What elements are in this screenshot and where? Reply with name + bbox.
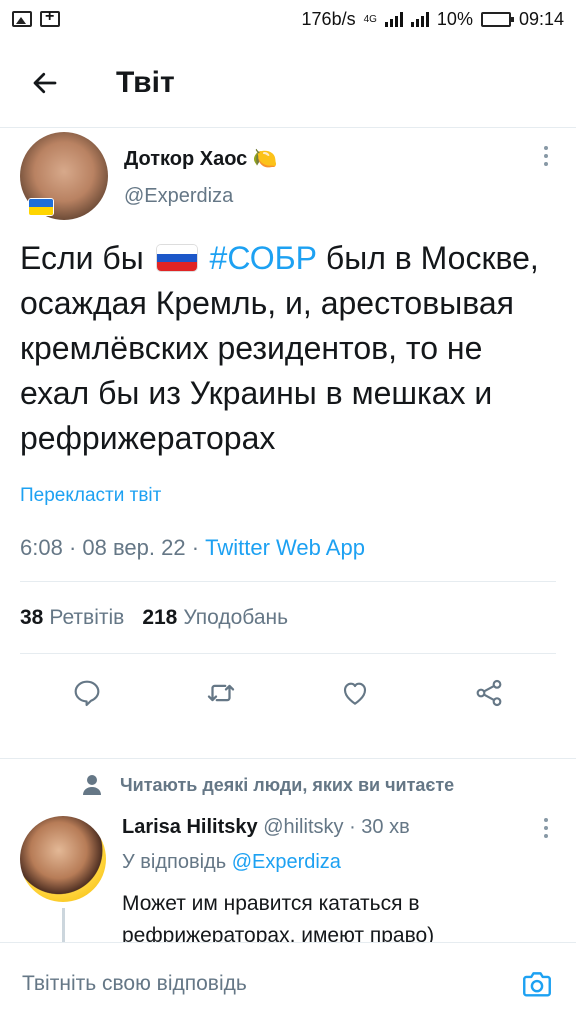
retweets-stat[interactable]: 38 Ретвітів	[20, 606, 124, 630]
author-name[interactable]: Доткор Хаос 🍋	[124, 146, 278, 171]
main-tweet: Доткор Хаос 🍋 @Experdiza Если бы #СОБР б…	[0, 128, 576, 732]
gallery-notification-icon	[12, 11, 32, 27]
network-type: 4G	[363, 13, 377, 25]
status-bar: 176b/s 4G 10% 09:14	[0, 0, 576, 38]
reply-avatar[interactable]	[20, 816, 106, 902]
social-context: Читають деякі люди, яких ви читаєте	[82, 774, 454, 796]
reply-author-handle[interactable]: @hilitsky	[263, 816, 343, 838]
tweet-text: Если бы #СОБР был в Москве, осаждая Крем…	[20, 236, 540, 461]
add-notification-icon	[40, 8, 60, 27]
retweet-button[interactable]	[199, 671, 243, 715]
like-button[interactable]	[333, 671, 377, 715]
ukraine-flag-icon	[28, 198, 54, 216]
heart-icon	[343, 682, 367, 705]
page-title: Твіт	[116, 65, 175, 99]
clock: 09:14	[518, 8, 564, 29]
social-context-text: Читають деякі люди, яких ви читаєте	[120, 774, 455, 795]
app-header: Твіт	[0, 38, 576, 128]
retweets-label: Ретвітів	[49, 605, 125, 629]
reply-time: 30 хв	[361, 816, 410, 838]
russia-flag-icon	[156, 245, 197, 271]
person-icon	[83, 775, 101, 795]
reply-button[interactable]	[65, 671, 109, 715]
signal-icon-2	[410, 11, 429, 27]
tweet-time: 6:08	[20, 535, 63, 560]
compose-input[interactable]: Твітніть свою відповідь	[22, 972, 247, 996]
signal-icon	[384, 11, 403, 27]
comment-icon	[74, 680, 100, 707]
author-handle[interactable]: @Experdiza	[124, 185, 278, 208]
author-avatar[interactable]	[20, 132, 108, 220]
section-divider	[0, 758, 576, 759]
camera-icon[interactable]	[520, 967, 554, 1001]
back-button[interactable]	[0, 38, 90, 128]
tweet-text-start: Если бы	[20, 240, 144, 276]
reply-more-options-icon[interactable]	[544, 818, 548, 838]
share-button[interactable]	[467, 671, 511, 715]
reply-header: Larisa Hilitsky @hilitsky · 30 хв	[122, 816, 410, 838]
tweet-author: Доткор Хаос 🍋 @Experdiza	[20, 132, 556, 224]
likes-stat[interactable]: 218 Уподобань	[142, 606, 288, 630]
arrow-left-icon	[33, 72, 57, 93]
battery-icon	[480, 11, 514, 27]
network-speed: 176b/s	[301, 8, 356, 29]
retweet-icon	[207, 684, 235, 702]
translate-link[interactable]: Перекласти твіт	[20, 485, 556, 507]
tweet-actions	[20, 654, 556, 732]
replying-to: У відповідь @Experdiza	[122, 851, 556, 874]
tweet-stats: 38 Ретвітів 218 Уподобань	[20, 582, 556, 654]
reply-author-name[interactable]: Larisa Hilitsky	[122, 816, 258, 838]
hashtag-link[interactable]: #СОБР	[210, 240, 317, 276]
replying-to-handle[interactable]: @Experdiza	[232, 851, 341, 873]
replying-to-label: У відповідь	[122, 851, 227, 873]
tweet-date: 08 вер. 22	[82, 535, 186, 560]
more-options-icon[interactable]	[544, 146, 548, 166]
tweet-source-link[interactable]: Twitter Web App	[205, 535, 365, 560]
reply-compose-bar[interactable]: Твітніть свою відповідь	[0, 942, 576, 1024]
reply-tweet[interactable]: Larisa Hilitsky @hilitsky · 30 хв У відп…	[20, 812, 556, 952]
retweets-count: 38	[20, 605, 44, 629]
likes-count: 218	[142, 605, 178, 629]
battery-percent: 10%	[436, 8, 473, 29]
share-icon	[476, 679, 502, 707]
likes-label: Уподобань	[183, 605, 289, 629]
tweet-meta: 6:08 · 08 вер. 22 · Twitter Web App	[20, 535, 556, 582]
